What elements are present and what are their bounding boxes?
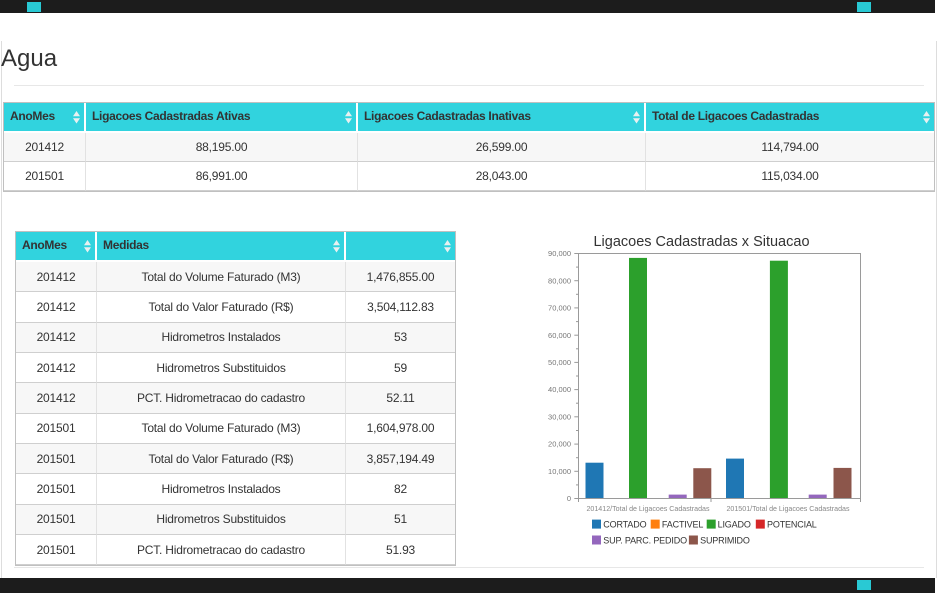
svg-text:CORTADO: CORTADO	[603, 520, 646, 530]
svg-text:201412/Total de Ligacoes Cadas: 201412/Total de Ligacoes Cadastradas	[586, 505, 709, 513]
svg-text:80,000: 80,000	[548, 276, 571, 285]
svg-text:60,000: 60,000	[548, 331, 571, 340]
svg-text:30,000: 30,000	[548, 412, 571, 421]
svg-text:SUPRIMIDO: SUPRIMIDO	[700, 535, 750, 545]
svg-text:SUP. PARC. PEDIDO: SUP. PARC. PEDIDO	[603, 535, 687, 545]
svg-text:70,000: 70,000	[548, 304, 571, 313]
svg-text:0: 0	[567, 494, 571, 503]
svg-text:POTENCIAL: POTENCIAL	[767, 520, 817, 530]
svg-text:Ligacoes Cadastradas x Situaca: Ligacoes Cadastradas x Situacao	[593, 234, 809, 250]
svg-text:FACTIVEL: FACTIVEL	[662, 520, 703, 530]
svg-text:50,000: 50,000	[548, 358, 571, 367]
svg-text:201501/Total de Ligacoes Cadas: 201501/Total de Ligacoes Cadastradas	[726, 505, 849, 513]
svg-text:40,000: 40,000	[548, 385, 571, 394]
svg-text:20,000: 20,000	[548, 440, 571, 449]
svg-text:LIGADO: LIGADO	[718, 520, 751, 530]
svg-text:90,000: 90,000	[548, 249, 571, 258]
svg-text:10,000: 10,000	[548, 467, 571, 476]
